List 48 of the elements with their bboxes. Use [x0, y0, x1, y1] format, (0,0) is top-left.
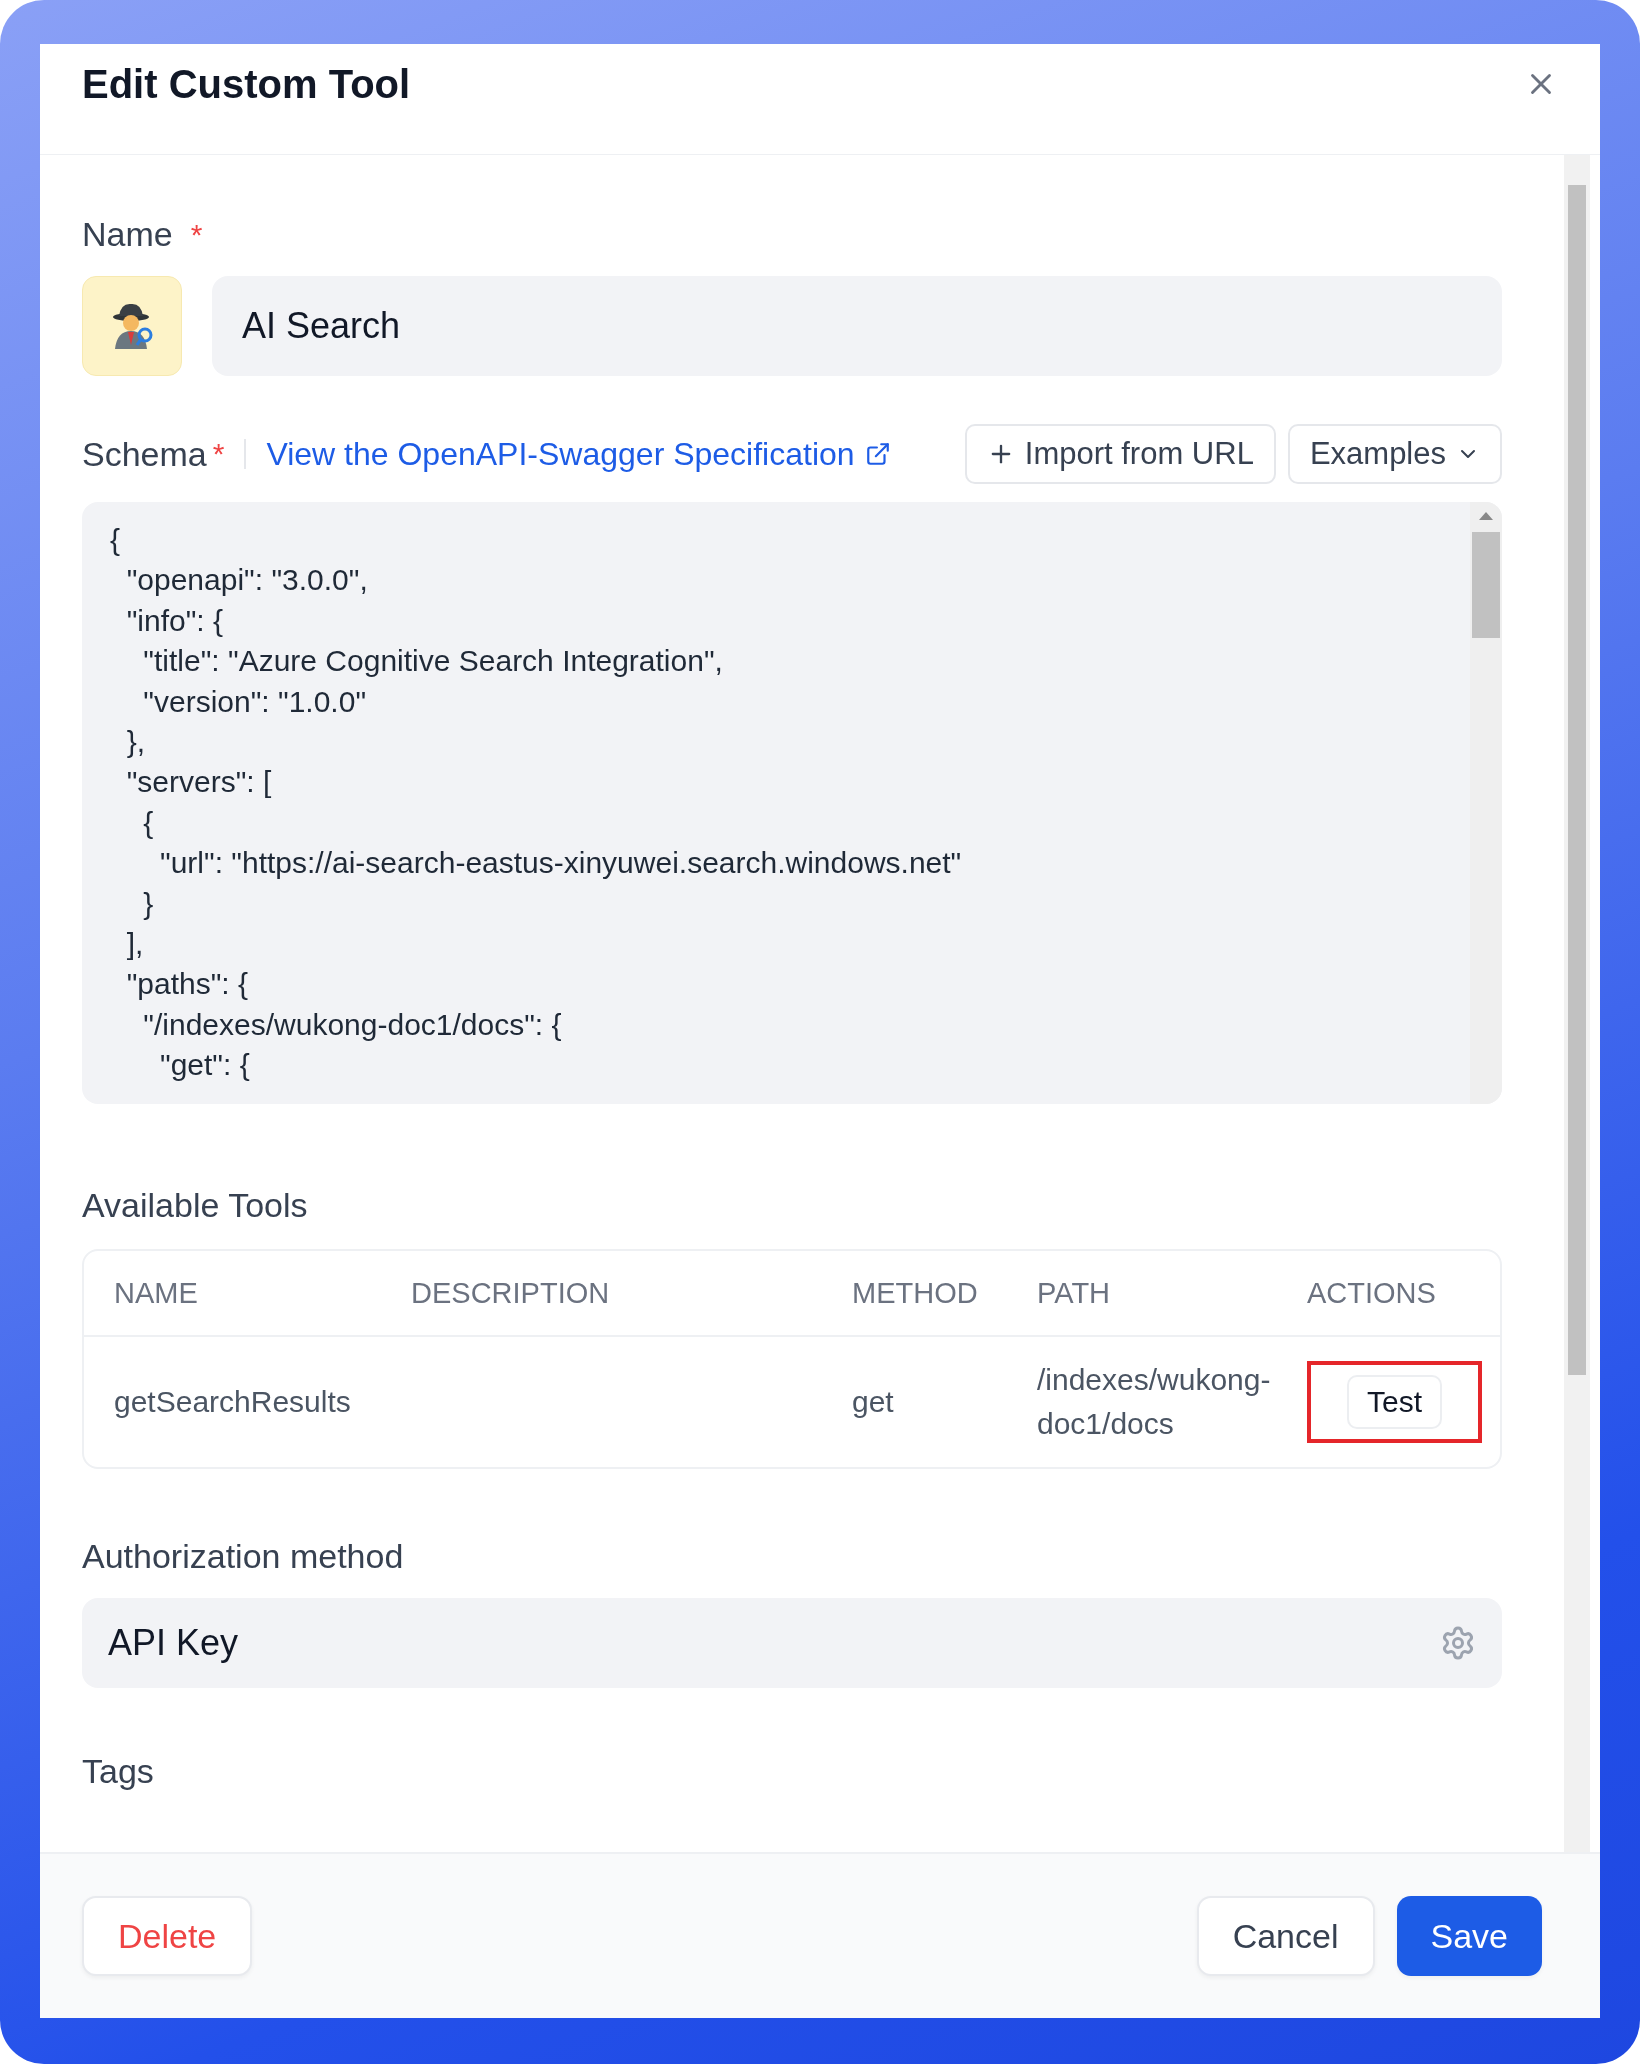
code-line: ],	[125, 926, 145, 963]
table-cell-text: get	[852, 1384, 895, 1420]
code-line: },	[125, 724, 147, 761]
code-line: "openapi": "3.0.0",	[125, 562, 369, 599]
schema-editor[interactable]	[82, 502, 1502, 1104]
dialog-title: Edit Custom Tool	[82, 61, 411, 107]
code-line: "paths": {	[125, 966, 250, 1003]
scrollbar[interactable]	[1470, 502, 1502, 1104]
cancel-button[interactable]: Cancel	[1196, 1896, 1375, 1976]
required-mark: *	[212, 437, 225, 471]
section-title: Authorization method	[82, 1537, 405, 1576]
column-header: METHOD	[852, 1276, 979, 1310]
code-line: "get": {	[159, 1047, 251, 1084]
column-header: PATH	[1037, 1276, 1112, 1310]
table-cell-text: /indexes/wukong-doc1/docs	[1037, 1362, 1272, 1442]
section-title: Tags	[82, 1752, 155, 1791]
import-button[interactable]: Import from URL	[964, 424, 1276, 484]
column-header: ACTIONS	[1307, 1276, 1437, 1310]
specification-link[interactable]: View the OpenAPI-Swagger Specification	[266, 435, 891, 473]
code-line: "url": "https://ai-search-eastus-xinyuwei.search.windows.net"	[159, 845, 963, 882]
code-line: "version": "1.0.0"	[142, 683, 368, 720]
code-line: "/indexes/wukong-doc1/docs": {	[142, 1006, 563, 1043]
authorization-select[interactable]: API Key	[82, 1598, 1502, 1688]
tool-avatar[interactable]	[82, 276, 182, 376]
name-field[interactable]: AI Search	[212, 276, 1502, 376]
code-line: {	[110, 522, 122, 558]
scrollbar-thumb[interactable]	[1568, 185, 1586, 1375]
code-line: "servers": [	[125, 764, 273, 801]
column-header: DESCRIPTION	[411, 1276, 611, 1310]
required-mark: *	[190, 217, 203, 252]
section-title: Available Tools	[82, 1186, 309, 1225]
external-link-icon	[864, 441, 891, 467]
code-line: "info": {	[125, 602, 225, 639]
field-label: Schema	[82, 434, 207, 474]
scrollbar[interactable]	[1564, 155, 1590, 1852]
test-button[interactable]: Test	[1347, 1375, 1443, 1429]
scrollbar-thumb[interactable]	[1472, 532, 1500, 638]
table-cell-text: getSearchResults	[114, 1384, 352, 1420]
code-line: {	[142, 804, 155, 841]
code-line: "title": "Azure Cognitive Search Integration",	[142, 643, 724, 680]
scroll-up-icon[interactable]	[1479, 510, 1493, 520]
settings-icon[interactable]	[1440, 1625, 1476, 1661]
column-header: NAME	[114, 1276, 199, 1310]
code-line: }	[142, 885, 155, 922]
field-label: Name	[82, 215, 173, 254]
save-button[interactable]: Save	[1396, 1896, 1542, 1976]
examples-dropdown[interactable]: Examples	[1287, 424, 1502, 484]
delete-button[interactable]: Delete	[82, 1896, 253, 1976]
